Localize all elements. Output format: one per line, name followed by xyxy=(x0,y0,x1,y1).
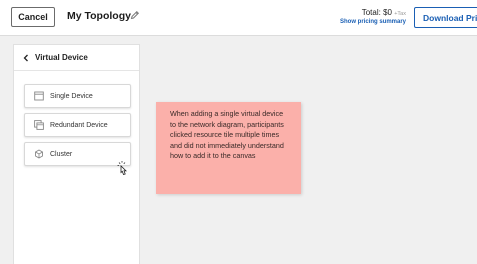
tile-label: Cluster xyxy=(50,150,73,158)
topology-title: My Topology xyxy=(67,10,131,22)
top-toolbar: Cancel My Topology Total: $0 +Tax Show p… xyxy=(0,0,477,36)
single-device-icon xyxy=(34,91,44,101)
tax-label: +Tax xyxy=(394,11,406,17)
download-pricing-button[interactable]: Download Pric xyxy=(414,7,477,28)
show-pricing-summary-link[interactable]: Show pricing summary xyxy=(340,19,406,25)
cancel-button[interactable]: Cancel xyxy=(11,7,55,27)
total-label: Total: $0 xyxy=(361,8,392,17)
total-price: Total: $0 +Tax xyxy=(362,8,406,17)
tile-cluster[interactable]: Cluster xyxy=(24,142,131,166)
tile-label: Redundant Device xyxy=(50,121,108,129)
tile-label: Single Device xyxy=(50,92,93,100)
click-cursor-icon xyxy=(117,161,127,175)
panel-header: Virtual Device xyxy=(14,45,139,71)
research-sticky-note: When adding a single virtual device to t… xyxy=(156,102,301,194)
panel-title: Virtual Device xyxy=(35,53,88,62)
edit-pencil-icon[interactable] xyxy=(130,10,140,20)
redundant-device-icon xyxy=(34,120,44,130)
cluster-icon xyxy=(35,149,43,159)
virtual-device-panel: Virtual Device Single Device Redundant D… xyxy=(13,44,140,264)
chevron-left-icon[interactable] xyxy=(22,54,30,62)
tile-single-device[interactable]: Single Device xyxy=(24,84,131,108)
tile-redundant-device[interactable]: Redundant Device xyxy=(24,113,131,137)
